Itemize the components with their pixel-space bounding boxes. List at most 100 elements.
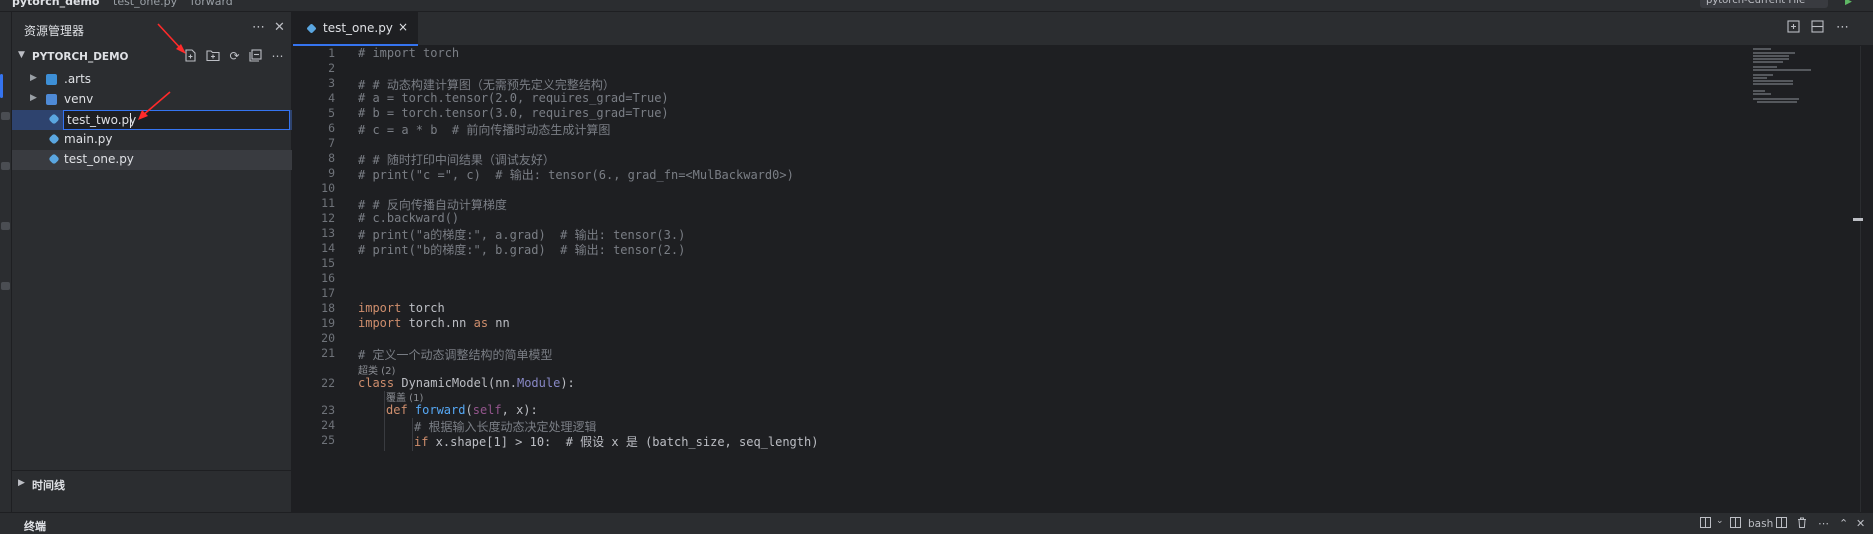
text-cursor bbox=[130, 113, 131, 128]
tab-test-one[interactable]: test_one.py × bbox=[293, 12, 418, 46]
more-actions-icon[interactable]: ⋯ bbox=[270, 49, 285, 64]
breadcrumb-project[interactable]: pytorch_demo bbox=[12, 0, 100, 8]
code-token: x.shape[1] > 10: # 假设 x 是 (batch_size, s… bbox=[428, 435, 819, 449]
chevron-right-icon[interactable]: ▶ bbox=[30, 93, 37, 103]
tree-item-arts[interactable]: ▶ .arts bbox=[12, 70, 292, 90]
line-number: 14 bbox=[321, 241, 335, 255]
project-name: PYTORCH_DEMO bbox=[32, 51, 129, 63]
function-name-token: forward bbox=[407, 403, 466, 417]
run-config-dropdown[interactable]: pytorch-Current File bbox=[1700, 0, 1828, 8]
minimap-line bbox=[1753, 77, 1767, 79]
maximize-icon[interactable]: ⌃ bbox=[1839, 517, 1848, 530]
line-number: 1 bbox=[328, 46, 335, 60]
folder-icon bbox=[46, 74, 57, 85]
line-number: 9 bbox=[328, 166, 335, 180]
code-line: # print("b的梯度:", b.grad) # 输出: tensor(2.… bbox=[358, 243, 686, 257]
code-line: # 定义一个动态调整结构的简单模型 bbox=[358, 348, 553, 362]
code-line: # print("c =", c) # 输出: tensor(6., grad_… bbox=[358, 168, 794, 182]
tree-item-label: test_one.py bbox=[64, 152, 134, 166]
line-number: 24 bbox=[321, 418, 335, 432]
chevron-right-icon[interactable]: ▶ bbox=[30, 73, 37, 83]
params-token: , x): bbox=[501, 403, 538, 417]
rename-input[interactable]: test_two.py bbox=[63, 110, 290, 130]
close-icon[interactable]: ✕ bbox=[1856, 517, 1865, 530]
new-folder-icon[interactable] bbox=[205, 49, 220, 64]
run-debug-icon[interactable] bbox=[1, 222, 10, 230]
more-icon[interactable]: ⋯ bbox=[252, 20, 265, 35]
punct-token: ( bbox=[465, 403, 473, 417]
code-line: # c.backward() bbox=[358, 211, 460, 225]
tree-item-test-one[interactable]: test_one.py bbox=[12, 150, 292, 170]
explorer-title: 资源管理器 bbox=[24, 24, 85, 38]
minimap-line bbox=[1753, 93, 1771, 95]
title-bar: pytorch_demo test_one.py forward pytorch… bbox=[0, 0, 1873, 12]
minimap[interactable] bbox=[1743, 46, 1853, 106]
split-terminal-icon[interactable] bbox=[1776, 517, 1787, 531]
terminal-shell-label[interactable]: bash bbox=[1748, 518, 1773, 530]
code-line: # a = torch.tensor(2.0, requires_grad=Tr… bbox=[358, 91, 669, 105]
line-number: 12 bbox=[321, 211, 335, 225]
line-number: 5 bbox=[328, 106, 335, 120]
rename-input-value[interactable]: test_two.py bbox=[67, 113, 136, 127]
close-tab-icon[interactable]: × bbox=[398, 20, 408, 34]
new-terminal-icon[interactable] bbox=[1700, 517, 1711, 531]
breadcrumb-file[interactable]: test_one.py bbox=[113, 0, 177, 8]
minimap-line bbox=[1753, 80, 1793, 82]
minimap-line bbox=[1753, 98, 1799, 100]
tree-item-test-two[interactable]: test_two.py bbox=[12, 110, 292, 130]
minimap-line bbox=[1753, 83, 1793, 85]
line-number: 2 bbox=[328, 61, 335, 75]
inlay-hint-override[interactable]: 覆盖 (1) bbox=[386, 389, 423, 404]
chevron-down-icon[interactable]: ▼ bbox=[18, 50, 25, 60]
timeline-label: 时间线 bbox=[32, 479, 65, 492]
line-number: 6 bbox=[328, 121, 335, 135]
keyword-token: def bbox=[386, 403, 408, 417]
split-editor-icon[interactable] bbox=[1811, 20, 1824, 37]
extensions-icon[interactable] bbox=[1, 282, 10, 290]
tree-item-main[interactable]: main.py bbox=[12, 130, 292, 150]
inlay-hint-superclass[interactable]: 超类 (2) bbox=[358, 362, 395, 377]
self-token: self bbox=[472, 403, 502, 417]
code-editor[interactable]: 1 2 3 4 5 6 7 8 9 10 11 12 13 14 15 16 1… bbox=[293, 46, 1873, 512]
tree-item-label: .arts bbox=[64, 72, 92, 86]
code-line: if x.shape[1] > 10: # 假设 x 是 (batch_size… bbox=[414, 433, 818, 450]
line-number: 13 bbox=[321, 226, 335, 240]
python-file-icon bbox=[48, 133, 60, 145]
module-token: torch.nn bbox=[401, 316, 474, 330]
source-control-icon[interactable] bbox=[1, 162, 10, 170]
chevron-down-icon[interactable]: ⌄ bbox=[1716, 516, 1724, 526]
line-number: 25 bbox=[321, 433, 335, 447]
trash-icon[interactable] bbox=[1797, 517, 1807, 531]
new-file-icon[interactable] bbox=[183, 49, 198, 64]
alias-token: nn bbox=[488, 316, 510, 330]
punct-token: . bbox=[509, 376, 517, 390]
refresh-icon[interactable]: ⟳ bbox=[227, 49, 242, 64]
project-root-row[interactable]: ▼ PYTORCH_DEMO ⟳ ⋯ bbox=[12, 46, 292, 68]
editor-tab-bar: test_one.py × ⋯ bbox=[293, 12, 1873, 46]
close-icon[interactable]: ✕ bbox=[274, 20, 285, 35]
punct-token: ): bbox=[560, 376, 575, 390]
python-file-icon bbox=[48, 113, 60, 125]
open-changes-icon[interactable] bbox=[1787, 20, 1800, 37]
code-line: def forward(self, x): bbox=[386, 403, 538, 417]
module-token: torch bbox=[401, 301, 445, 315]
breadcrumb-symbol[interactable]: forward bbox=[191, 0, 233, 8]
minimap-line bbox=[1753, 69, 1811, 71]
terminal-title[interactable]: 终端 bbox=[24, 518, 46, 534]
line-number: 7 bbox=[328, 136, 335, 150]
keyword-token: as bbox=[473, 316, 489, 330]
chevron-right-icon[interactable]: ▶ bbox=[18, 478, 25, 488]
code-line: import torch bbox=[358, 301, 445, 315]
more-icon[interactable]: ⋯ bbox=[1836, 20, 1849, 35]
run-icon[interactable]: ▶ bbox=[1845, 0, 1853, 7]
explorer-header: 资源管理器 ⋯ ✕ bbox=[12, 12, 292, 46]
more-icon[interactable]: ⋯ bbox=[1818, 517, 1829, 530]
search-icon[interactable] bbox=[1, 112, 10, 120]
tree-item-venv[interactable]: ▶ venv bbox=[12, 90, 292, 110]
scrollbar[interactable] bbox=[1860, 46, 1861, 512]
timeline-section[interactable]: ▶ 时间线 bbox=[12, 470, 292, 496]
terminal-split-icon[interactable] bbox=[1730, 517, 1741, 531]
tab-label: test_one.py bbox=[323, 21, 393, 35]
minimap-line bbox=[1753, 61, 1783, 63]
collapse-all-icon[interactable] bbox=[248, 49, 263, 64]
